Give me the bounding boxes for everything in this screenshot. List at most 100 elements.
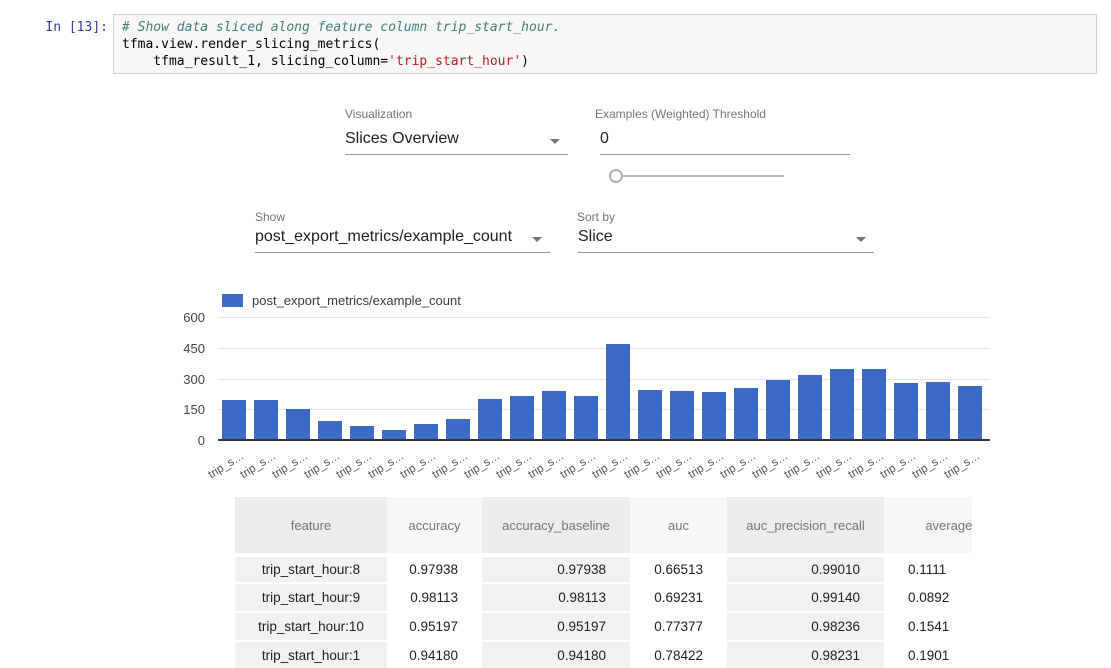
bar [382, 430, 406, 439]
metric-cell: 0.98113 [387, 582, 482, 611]
notebook-page: { "notebook": { "prompt": "In [13]:", "c… [0, 0, 1111, 668]
bar [670, 391, 694, 439]
metric-cell: 0.95197 [482, 611, 630, 640]
metric-cell: 0.98236 [727, 611, 884, 640]
chevron-down-icon [856, 237, 866, 242]
bar [222, 400, 246, 439]
bar [286, 409, 310, 439]
column-header-accuracy[interactable]: accuracy [387, 497, 482, 553]
table-header: featureaccuracyaccuracy_baselineaucauc_p… [235, 497, 972, 553]
bar [766, 380, 790, 439]
column-header-auc[interactable]: auc [630, 497, 727, 553]
metric-cell: 0.1541 [884, 611, 972, 640]
metric-cell: 0.69231 [630, 582, 727, 611]
metric-cell: 0.98113 [482, 582, 630, 611]
metric-cell: 0.97938 [387, 553, 482, 582]
bar [446, 419, 470, 439]
code-text: # Show data sliced along feature column … [122, 19, 1088, 70]
show-label: Show [255, 210, 285, 224]
y-tick-label: 0 [152, 433, 205, 448]
metrics-table: featureaccuracyaccuracy_baselineaucauc_p… [235, 497, 972, 668]
feature-cell: trip_start_hour:8 [235, 553, 387, 582]
table-header-row: featureaccuracyaccuracy_baselineaucauc_p… [235, 497, 972, 553]
feature-cell: trip_start_hour:9 [235, 582, 387, 611]
column-header-accuracy_baseline[interactable]: accuracy_baseline [482, 497, 630, 553]
visualization-dropdown[interactable]: Slices Overview [345, 129, 568, 155]
code-arg-string: 'trip_start_hour' [388, 54, 521, 69]
metric-cell: 0.94180 [482, 640, 630, 668]
bar [830, 369, 854, 439]
metrics-table-container: featureaccuracyaccuracy_baselineaucauc_p… [235, 497, 972, 668]
y-tick-label: 150 [152, 402, 205, 417]
gridline [218, 317, 990, 318]
bar [798, 375, 822, 439]
chevron-down-icon [550, 139, 560, 144]
table-row[interactable]: trip_start_hour:80.979380.979380.665130.… [235, 553, 972, 582]
y-axis-ticks: 0150300450600 [152, 317, 205, 447]
bar [254, 400, 278, 439]
show-metric-dropdown[interactable]: post_export_metrics/example_count [255, 227, 550, 253]
cell-prompt: In [13]: [30, 20, 108, 35]
threshold-slider-track[interactable] [616, 175, 784, 177]
visualization-value: Slices Overview [345, 130, 459, 148]
code-arg-suffix: ) [521, 54, 529, 69]
bar [606, 344, 630, 439]
chevron-down-icon [532, 237, 542, 242]
table-row[interactable]: trip_start_hour:100.951970.951970.773770… [235, 611, 972, 640]
table-row[interactable]: trip_start_hour:90.981130.981130.692310.… [235, 582, 972, 611]
bar [510, 396, 534, 439]
sort-by-value: Slice [578, 228, 613, 246]
column-header-average_loss[interactable]: average_loss [884, 497, 972, 553]
legend-label: post_export_metrics/example_count [252, 293, 461, 308]
bar [702, 392, 726, 439]
metric-cell: 0.77377 [630, 611, 727, 640]
sort-by-label: Sort by [577, 210, 615, 224]
bar [574, 396, 598, 439]
bar [638, 390, 662, 439]
metric-cell: 0.1901 [884, 640, 972, 668]
metric-cell: 0.78422 [630, 640, 727, 668]
threshold-input[interactable]: 0 [600, 129, 850, 155]
x-axis-line [218, 439, 990, 441]
legend-swatch [222, 294, 243, 307]
x-axis-labels: trip_s…trip_s…trip_s…trip_s…trip_s…trip_… [218, 442, 1008, 484]
code-cell[interactable]: # Show data sliced along feature column … [113, 14, 1097, 74]
threshold-value: 0 [600, 130, 609, 148]
y-tick-label: 600 [152, 310, 205, 325]
column-header-auc_precision_recall[interactable]: auc_precision_recall [727, 497, 884, 553]
show-metric-value: post_export_metrics/example_count [255, 228, 512, 246]
bar [542, 391, 566, 439]
metric-cell: 0.99010 [727, 553, 884, 582]
bar [414, 424, 438, 439]
bar [350, 426, 374, 439]
y-tick-label: 300 [152, 372, 205, 387]
metric-cell: 0.97938 [482, 553, 630, 582]
gridline [218, 348, 990, 349]
metric-cell: 0.99140 [727, 582, 884, 611]
bar [862, 369, 886, 439]
metric-cell: 0.94180 [387, 640, 482, 668]
feature-cell: trip_start_hour:1 [235, 640, 387, 668]
threshold-label: Examples (Weighted) Threshold [595, 107, 766, 121]
code-arg-prefix: tfma_result_1, slicing_column= [122, 54, 388, 69]
column-header-feature[interactable]: feature [235, 497, 387, 553]
bar [958, 386, 982, 439]
bar [318, 421, 342, 439]
code-call-line: tfma.view.render_slicing_metrics( [122, 37, 380, 52]
plot-area [218, 317, 990, 440]
bar [478, 399, 502, 439]
metric-cell: 0.98231 [727, 640, 884, 668]
bar [894, 383, 918, 439]
bar [734, 388, 758, 439]
visualization-label: Visualization [345, 107, 412, 121]
table-body: trip_start_hour:80.979380.979380.665130.… [235, 553, 972, 668]
table-row[interactable]: trip_start_hour:10.941800.941800.784220.… [235, 640, 972, 668]
metric-cell: 0.0892 [884, 582, 972, 611]
metric-cell: 0.1111 [884, 553, 972, 582]
code-comment: # Show data sliced along feature column … [122, 20, 560, 35]
bar [926, 382, 950, 439]
threshold-slider-thumb[interactable] [609, 169, 623, 183]
sort-by-dropdown[interactable]: Slice [578, 227, 874, 253]
metric-cell: 0.66513 [630, 553, 727, 582]
feature-cell: trip_start_hour:10 [235, 611, 387, 640]
